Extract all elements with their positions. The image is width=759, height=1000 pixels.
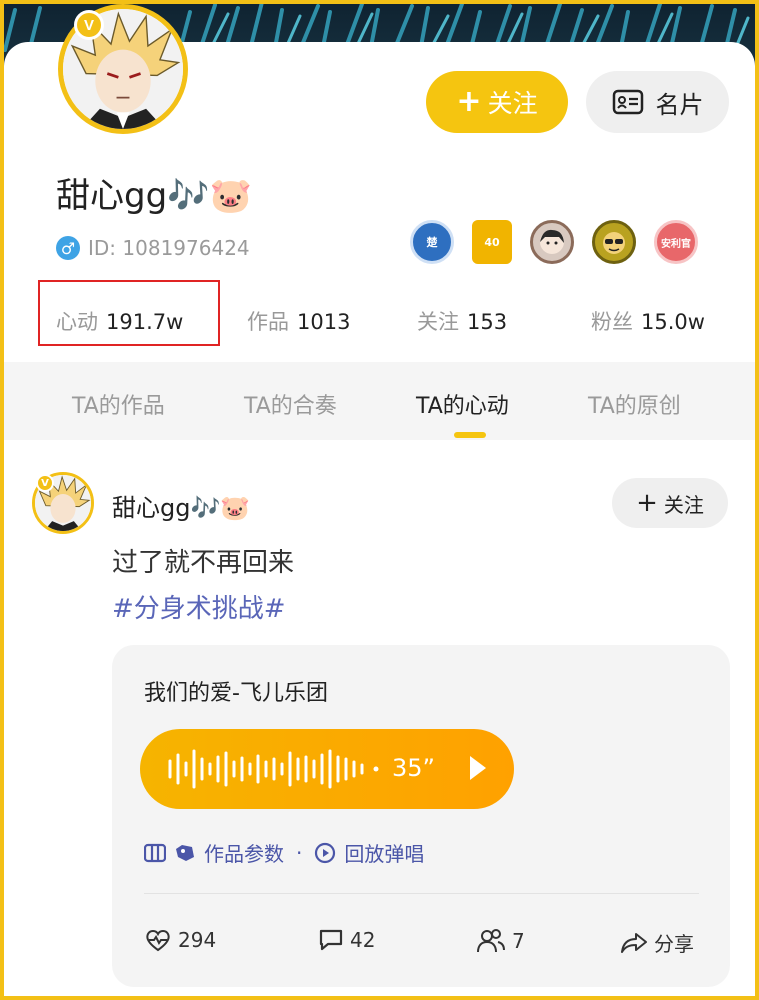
- stat-works[interactable]: 作品 1013: [247, 306, 350, 336]
- post-verified-badge: V: [36, 474, 54, 492]
- badge-girl-icon[interactable]: [530, 220, 574, 264]
- replay-sing-link[interactable]: 回放弹唱: [344, 838, 424, 867]
- chorus-users-icon: [477, 929, 505, 953]
- post-author-name[interactable]: 甜心gg🎶🐷: [112, 488, 250, 523]
- comment-count: 42: [350, 928, 376, 952]
- like-count: 294: [178, 928, 217, 952]
- waveform-icon: [168, 749, 379, 789]
- piano-icon: [144, 843, 166, 862]
- badge-40-icon[interactable]: 40: [472, 220, 512, 264]
- badge-list: 楚 40 安利官: [410, 220, 698, 264]
- chorus-action[interactable]: 7: [476, 928, 525, 954]
- profile-id-row: ♂ ID: 1081976424: [56, 236, 250, 260]
- share-icon: [621, 932, 647, 953]
- comment-action[interactable]: 42: [318, 928, 375, 952]
- stat-works-label: 作品: [247, 310, 289, 334]
- business-card-button[interactable]: 名片: [586, 71, 729, 133]
- meta-row: 作品参数 · 回放弹唱: [144, 838, 424, 867]
- girl-face-icon: [540, 229, 564, 254]
- audio-duration: 35”: [392, 754, 435, 782]
- tab-xindong[interactable]: TA的心动: [416, 388, 509, 420]
- post-follow-button[interactable]: + 关注: [612, 478, 728, 528]
- business-card-label: 名片: [655, 90, 704, 119]
- tab-works[interactable]: TA的作品: [72, 388, 165, 420]
- work-params-link[interactable]: 作品参数: [204, 838, 284, 867]
- badge-chu-icon[interactable]: 楚: [410, 220, 454, 264]
- stat-following-value: 153: [467, 310, 508, 334]
- stat-works-value: 1013: [297, 310, 351, 334]
- replay-icon: [315, 842, 336, 863]
- meta-separator: ·: [296, 840, 303, 865]
- badge-sunglasses-icon[interactable]: [592, 220, 636, 264]
- follow-button-label: 关注: [487, 89, 538, 118]
- tab-original[interactable]: TA的原创: [588, 388, 681, 420]
- song-title: 我们的爱-飞儿乐团: [144, 681, 328, 706]
- plus-icon: +: [636, 488, 658, 518]
- stat-fans-label: 粉丝: [591, 310, 633, 334]
- post-text: 过了就不再回来: [112, 548, 295, 578]
- card-divider: [144, 893, 699, 894]
- chorus-count: 7: [512, 929, 525, 953]
- follow-button[interactable]: + 关注: [426, 71, 568, 133]
- comment-icon: [319, 929, 343, 951]
- play-icon[interactable]: [470, 756, 486, 780]
- share-label: 分享: [654, 932, 694, 956]
- profile-tabs: TA的作品 TA的合奏 TA的心动 TA的原创: [4, 362, 755, 440]
- male-icon: ♂: [56, 236, 80, 260]
- like-action[interactable]: 294: [144, 928, 216, 952]
- badge-anquan-icon[interactable]: 安利官: [654, 220, 698, 264]
- highlight-annotation-box: [38, 280, 220, 346]
- profile-username: 甜心gg🎶🐷: [56, 176, 252, 216]
- verified-badge: V: [74, 10, 104, 40]
- stat-following-label: 关注: [417, 310, 459, 334]
- profile-id: ID: 1081976424: [88, 236, 250, 260]
- stat-fans-value: 15.0w: [641, 310, 705, 334]
- stat-following[interactable]: 关注 153: [417, 306, 507, 336]
- audio-player[interactable]: 35”: [140, 729, 514, 809]
- plus-icon: +: [456, 84, 482, 119]
- heartbeat-icon: [146, 930, 170, 952]
- id-card-icon: [612, 89, 643, 115]
- share-action[interactable]: 分享: [620, 928, 694, 957]
- post-hashtag[interactable]: #分身术挑战#: [112, 588, 286, 625]
- music-card[interactable]: 我们的爱-飞儿乐团 35” 作品参数 · 回放弹唱 294 42 7 分享: [112, 645, 730, 987]
- post-follow-label: 关注: [663, 492, 704, 517]
- active-tab-indicator: [454, 432, 486, 438]
- tag-icon: [176, 844, 194, 861]
- sunglasses-face-icon: [603, 232, 625, 254]
- stat-fans[interactable]: 粉丝 15.0w: [591, 306, 705, 336]
- tab-ensemble[interactable]: TA的合奏: [244, 388, 337, 420]
